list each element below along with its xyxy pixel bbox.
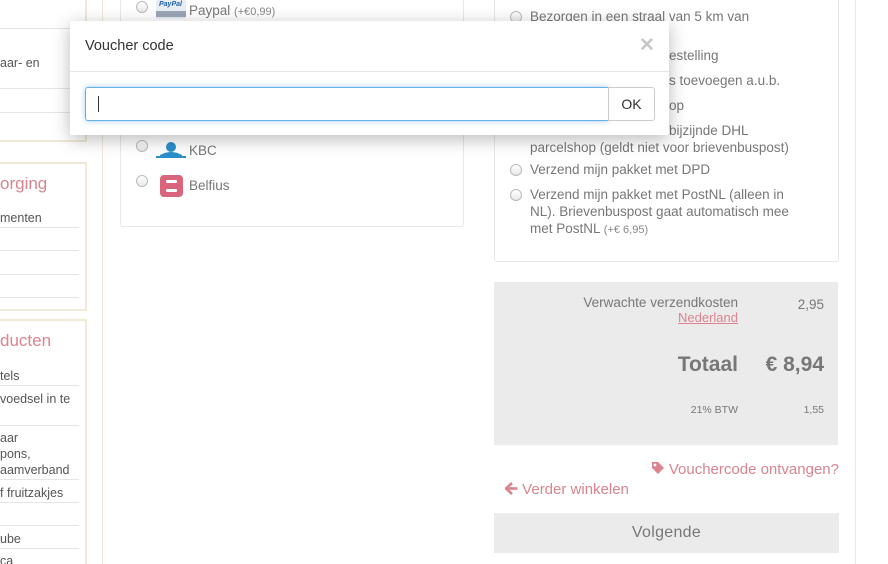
payment-radio-kbc[interactable] xyxy=(136,140,148,152)
sidebar-heading-care: orging xyxy=(0,174,48,193)
voucher-modal: Voucher code ✕ OK xyxy=(70,21,669,135)
sidebar-divider xyxy=(0,525,79,526)
payment-label-paypal[interactable]: Paypal (+€0,99) xyxy=(189,2,275,21)
sidebar-item[interactable]: ca xyxy=(0,554,13,564)
sidebar-divider xyxy=(0,227,79,228)
payment-radio-paypal[interactable] xyxy=(136,1,148,13)
voucher-link-label: Vouchercode ontvangen? xyxy=(668,461,839,478)
order-totals-panel: Verwachte verzendkosten Nederland 2,95 T… xyxy=(494,282,838,445)
modal-divider xyxy=(70,71,669,72)
postnl-label: met PostNL xyxy=(530,221,601,236)
shipping-label-postnl-line2[interactable]: NL). Brievenbuspost gaat automatisch mee xyxy=(530,203,789,220)
sidebar-heading-products: ducten xyxy=(0,331,52,350)
payment-label-belfius[interactable]: Belfius xyxy=(189,177,230,194)
shipping-cost-label: Verwachte verzendkosten xyxy=(583,295,738,310)
sidebar-panel-care: orging menten xyxy=(0,162,87,311)
sidebar-divider xyxy=(0,112,79,113)
sidebar-item[interactable]: aar xyxy=(0,431,18,446)
sidebar-divider xyxy=(0,274,79,275)
shipping-text-fragment: estelling xyxy=(669,48,719,63)
shipping-label-postnl-line1[interactable]: Verzend mijn pakket met PostNL (alleen i… xyxy=(530,186,784,203)
sidebar-item[interactable]: f fruitzakjes xyxy=(0,486,63,501)
payment-label-kbc[interactable]: KBC xyxy=(189,142,217,159)
sidebar-divider xyxy=(0,28,79,29)
shipping-label-dhl-line2[interactable]: parcelshop (geldt niet voor brievenbuspo… xyxy=(530,139,789,156)
sidebar-divider xyxy=(0,297,79,298)
sidebar-item[interactable]: aamverband xyxy=(0,463,70,478)
shipping-cost-value: 2,95 xyxy=(797,297,824,312)
shipping-text-fragment: op xyxy=(669,98,685,113)
vat-label: 21% BTW xyxy=(690,404,738,416)
sidebar-divider xyxy=(0,479,79,480)
paypal-icon: PayPal xyxy=(156,0,186,19)
paypal-logo-text: PayPal xyxy=(159,1,182,8)
ok-button[interactable]: OK xyxy=(608,87,655,121)
continue-link-label: Verder winkelen xyxy=(522,481,629,498)
shipping-label-dhl-line1[interactable]: bijzijnde DHL xyxy=(669,122,749,139)
shipping-text-fragment: s toevoegen a.u.b. xyxy=(669,73,781,88)
shipping-label-dpd[interactable]: Verzend mijn pakket met DPD xyxy=(530,161,710,178)
next-button[interactable]: Volgende xyxy=(494,513,839,553)
sidebar-item[interactable]: menten xyxy=(0,211,42,226)
shipping-radio-postnl[interactable] xyxy=(510,189,522,201)
sidebar-item[interactable]: ube xyxy=(0,532,21,547)
sidebar-item[interactable]: pons, xyxy=(0,447,31,462)
payment-radio-belfius[interactable] xyxy=(136,175,148,187)
close-icon[interactable]: ✕ xyxy=(639,36,655,55)
paypal-label: Paypal xyxy=(189,3,231,18)
sidebar-divider xyxy=(0,502,79,503)
text-cursor xyxy=(98,96,99,112)
arrow-left-icon xyxy=(504,482,518,495)
total-label: Totaal xyxy=(677,353,738,376)
total-value: € 8,94 xyxy=(765,353,824,376)
vat-value: 1,55 xyxy=(803,404,824,416)
postnl-fee: (+€ 6,95) xyxy=(603,224,649,236)
shipping-country-link[interactable]: Nederland xyxy=(678,310,738,325)
kbc-icon xyxy=(156,142,186,158)
column-border xyxy=(855,0,856,564)
modal-title: Voucher code xyxy=(85,38,174,54)
sidebar-divider xyxy=(0,548,79,549)
sidebar-item[interactable]: voedsel in te xyxy=(0,392,70,407)
shipping-radio-dpd[interactable] xyxy=(510,164,522,176)
sidebar-divider xyxy=(0,385,79,386)
paypal-fee: (+€0,99) xyxy=(234,6,276,18)
sidebar-panel-products: ducten tels voedsel in te aar pons, aamv… xyxy=(0,319,87,564)
sidebar-divider xyxy=(0,88,79,89)
continue-shopping-link[interactable]: Verder winkelen xyxy=(504,481,629,498)
belfius-icon xyxy=(160,175,183,197)
sidebar-item[interactable]: tels xyxy=(0,369,19,384)
sidebar-item[interactable]: aar- en xyxy=(0,56,40,71)
tag-icon xyxy=(651,462,664,474)
voucher-code-input[interactable] xyxy=(85,87,609,121)
voucher-code-link[interactable]: Vouchercode ontvangen? xyxy=(651,461,839,478)
shipping-label-postnl-line3[interactable]: met PostNL (+€ 6,95) xyxy=(530,220,648,239)
sidebar-divider xyxy=(0,425,79,426)
sidebar-divider xyxy=(0,250,79,251)
